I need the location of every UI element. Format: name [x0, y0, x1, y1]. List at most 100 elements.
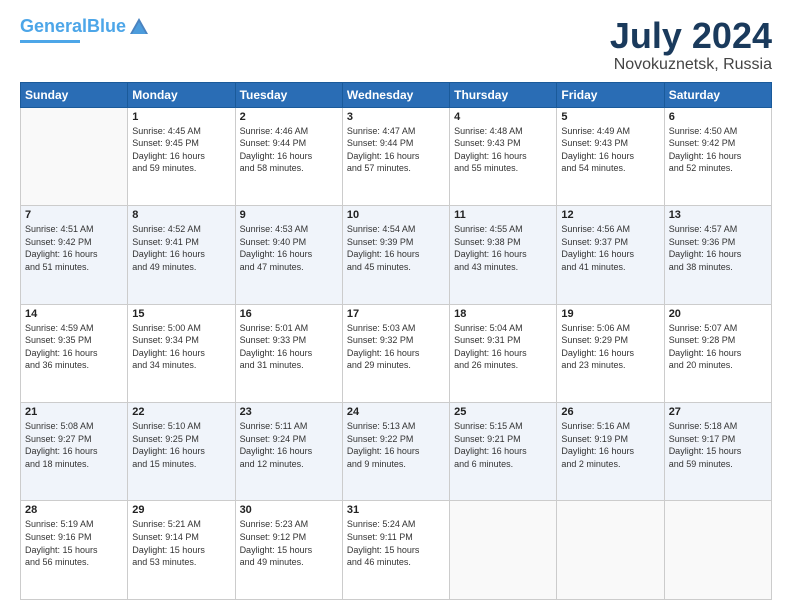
- calendar-day-cell: [450, 501, 557, 600]
- calendar-day-cell: 17 Sunrise: 5:03 AM Sunset: 9:32 PM Dayli…: [342, 304, 449, 402]
- day-info: Sunrise: 5:15 AM Sunset: 9:21 PM Dayligh…: [454, 420, 552, 470]
- page: GeneralBlue July 2024 Novokuznetsk, Russ…: [0, 0, 792, 612]
- day-info: Sunrise: 4:52 AM Sunset: 9:41 PM Dayligh…: [132, 223, 230, 273]
- day-number: 17: [347, 308, 445, 320]
- day-number: 23: [240, 406, 338, 418]
- day-number: 27: [669, 406, 767, 418]
- calendar-day-cell: 8 Sunrise: 4:52 AM Sunset: 9:41 PM Daylig…: [128, 206, 235, 304]
- calendar-day-cell: 11Sunrise: 4:55 AM Sunset: 9:38 PM Dayli…: [450, 206, 557, 304]
- subtitle: Novokuznetsk, Russia: [610, 56, 772, 74]
- calendar-day-cell: 7 Sunrise: 4:51 AM Sunset: 9:42 PM Daylig…: [21, 206, 128, 304]
- weekday-header-cell: Tuesday: [235, 82, 342, 107]
- day-number: 20: [669, 308, 767, 320]
- logo: GeneralBlue: [20, 16, 150, 43]
- day-number: 22: [132, 406, 230, 418]
- calendar-day-cell: 9 Sunrise: 4:53 AM Sunset: 9:40 PM Daylig…: [235, 206, 342, 304]
- calendar-day-cell: [664, 501, 771, 600]
- day-info: Sunrise: 5:08 AM Sunset: 9:27 PM Dayligh…: [25, 420, 123, 470]
- calendar-day-cell: [557, 501, 664, 600]
- day-number: 14: [25, 308, 123, 320]
- day-info: Sunrise: 4:50 AM Sunset: 9:42 PM Dayligh…: [669, 125, 767, 175]
- day-number: 28: [25, 504, 123, 516]
- title-section: July 2024 Novokuznetsk, Russia: [610, 16, 772, 74]
- day-info: Sunrise: 5:21 AM Sunset: 9:14 PM Dayligh…: [132, 518, 230, 568]
- main-title: July 2024: [610, 16, 772, 56]
- calendar-day-cell: 24Sunrise: 5:13 AM Sunset: 9:22 PM Dayli…: [342, 403, 449, 501]
- day-number: 21: [25, 406, 123, 418]
- calendar-day-cell: 22 Sunrise: 5:10 AM Sunset: 9:25 PM Dayli…: [128, 403, 235, 501]
- day-info: Sunrise: 5:13 AM Sunset: 9:22 PM Dayligh…: [347, 420, 445, 470]
- day-info: Sunrise: 5:04 AM Sunset: 9:31 PM Dayligh…: [454, 322, 552, 372]
- day-info: Sunrise: 5:19 AM Sunset: 9:16 PM Dayligh…: [25, 518, 123, 568]
- calendar-day-cell: 23 Sunrise: 5:11 AM Sunset: 9:24 PM Dayli…: [235, 403, 342, 501]
- calendar-day-cell: 30Sunrise: 5:23 AM Sunset: 9:12 PM Dayli…: [235, 501, 342, 600]
- calendar-day-cell: 14 Sunrise: 4:59 AM Sunset: 9:35 PM Dayli…: [21, 304, 128, 402]
- calendar-week-row: 14 Sunrise: 4:59 AM Sunset: 9:35 PM Dayli…: [21, 304, 772, 402]
- day-info: Sunrise: 5:11 AM Sunset: 9:24 PM Dayligh…: [240, 420, 338, 470]
- calendar-day-cell: 26Sunrise: 5:16 AM Sunset: 9:19 PM Dayli…: [557, 403, 664, 501]
- logo-text: GeneralBlue: [20, 17, 126, 37]
- day-info: Sunrise: 4:57 AM Sunset: 9:36 PM Dayligh…: [669, 223, 767, 273]
- day-number: 15: [132, 308, 230, 320]
- day-info: Sunrise: 4:59 AM Sunset: 9:35 PM Dayligh…: [25, 322, 123, 372]
- calendar-day-cell: 10Sunrise: 4:54 AM Sunset: 9:39 PM Dayli…: [342, 206, 449, 304]
- day-number: 9: [240, 209, 338, 221]
- calendar-table: SundayMondayTuesdayWednesdayThursdayFrid…: [20, 82, 772, 600]
- day-number: 7: [25, 209, 123, 221]
- day-info: Sunrise: 5:10 AM Sunset: 9:25 PM Dayligh…: [132, 420, 230, 470]
- calendar-week-row: 1 Sunrise: 4:45 AM Sunset: 9:45 PM Daylig…: [21, 107, 772, 205]
- day-info: Sunrise: 5:00 AM Sunset: 9:34 PM Dayligh…: [132, 322, 230, 372]
- calendar-week-row: 7 Sunrise: 4:51 AM Sunset: 9:42 PM Daylig…: [21, 206, 772, 304]
- day-info: Sunrise: 4:47 AM Sunset: 9:44 PM Dayligh…: [347, 125, 445, 175]
- calendar-day-cell: 25 Sunrise: 5:15 AM Sunset: 9:21 PM Dayli…: [450, 403, 557, 501]
- day-info: Sunrise: 5:18 AM Sunset: 9:17 PM Dayligh…: [669, 420, 767, 470]
- day-number: 10: [347, 209, 445, 221]
- day-number: 18: [454, 308, 552, 320]
- calendar-day-cell: 18 Sunrise: 5:04 AM Sunset: 9:31 PM Dayli…: [450, 304, 557, 402]
- day-number: 25: [454, 406, 552, 418]
- calendar-day-cell: 16Sunrise: 5:01 AM Sunset: 9:33 PM Dayli…: [235, 304, 342, 402]
- day-number: 2: [240, 111, 338, 123]
- calendar-week-row: 21 Sunrise: 5:08 AM Sunset: 9:27 PM Dayli…: [21, 403, 772, 501]
- day-info: Sunrise: 4:45 AM Sunset: 9:45 PM Dayligh…: [132, 125, 230, 175]
- calendar-day-cell: 29 Sunrise: 5:21 AM Sunset: 9:14 PM Dayli…: [128, 501, 235, 600]
- day-number: 5: [561, 111, 659, 123]
- day-info: Sunrise: 5:03 AM Sunset: 9:32 PM Dayligh…: [347, 322, 445, 372]
- day-info: Sunrise: 5:07 AM Sunset: 9:28 PM Dayligh…: [669, 322, 767, 372]
- day-info: Sunrise: 4:48 AM Sunset: 9:43 PM Dayligh…: [454, 125, 552, 175]
- day-number: 1: [132, 111, 230, 123]
- weekday-header-cell: Monday: [128, 82, 235, 107]
- day-info: Sunrise: 4:56 AM Sunset: 9:37 PM Dayligh…: [561, 223, 659, 273]
- day-info: Sunrise: 4:51 AM Sunset: 9:42 PM Dayligh…: [25, 223, 123, 273]
- calendar-day-cell: 12 Sunrise: 4:56 AM Sunset: 9:37 PM Dayli…: [557, 206, 664, 304]
- day-info: Sunrise: 4:49 AM Sunset: 9:43 PM Dayligh…: [561, 125, 659, 175]
- calendar-day-cell: 3 Sunrise: 4:47 AM Sunset: 9:44 PM Daylig…: [342, 107, 449, 205]
- calendar-day-cell: 28 Sunrise: 5:19 AM Sunset: 9:16 PM Dayli…: [21, 501, 128, 600]
- calendar-day-cell: [21, 107, 128, 205]
- day-number: 30: [240, 504, 338, 516]
- day-number: 3: [347, 111, 445, 123]
- day-info: Sunrise: 4:53 AM Sunset: 9:40 PM Dayligh…: [240, 223, 338, 273]
- calendar-body: 1 Sunrise: 4:45 AM Sunset: 9:45 PM Daylig…: [21, 107, 772, 599]
- weekday-header-cell: Saturday: [664, 82, 771, 107]
- calendar-day-cell: 31Sunrise: 5:24 AM Sunset: 9:11 PM Dayli…: [342, 501, 449, 600]
- weekday-header-cell: Friday: [557, 82, 664, 107]
- calendar-day-cell: 6Sunrise: 4:50 AM Sunset: 9:42 PM Daylig…: [664, 107, 771, 205]
- day-number: 11: [454, 209, 552, 221]
- calendar-day-cell: 27 Sunrise: 5:18 AM Sunset: 9:17 PM Dayli…: [664, 403, 771, 501]
- calendar-day-cell: 20 Sunrise: 5:07 AM Sunset: 9:28 PM Dayli…: [664, 304, 771, 402]
- day-number: 12: [561, 209, 659, 221]
- day-number: 4: [454, 111, 552, 123]
- calendar-day-cell: 5 Sunrise: 4:49 AM Sunset: 9:43 PM Daylig…: [557, 107, 664, 205]
- day-info: Sunrise: 5:01 AM Sunset: 9:33 PM Dayligh…: [240, 322, 338, 372]
- calendar-week-row: 28 Sunrise: 5:19 AM Sunset: 9:16 PM Dayli…: [21, 501, 772, 600]
- day-number: 8: [132, 209, 230, 221]
- day-number: 13: [669, 209, 767, 221]
- calendar-day-cell: 15 Sunrise: 5:00 AM Sunset: 9:34 PM Dayli…: [128, 304, 235, 402]
- day-info: Sunrise: 5:06 AM Sunset: 9:29 PM Dayligh…: [561, 322, 659, 372]
- calendar-header-row: SundayMondayTuesdayWednesdayThursdayFrid…: [21, 82, 772, 107]
- calendar-day-cell: 1 Sunrise: 4:45 AM Sunset: 9:45 PM Daylig…: [128, 107, 235, 205]
- weekday-header-cell: Wednesday: [342, 82, 449, 107]
- weekday-header-cell: Thursday: [450, 82, 557, 107]
- day-number: 29: [132, 504, 230, 516]
